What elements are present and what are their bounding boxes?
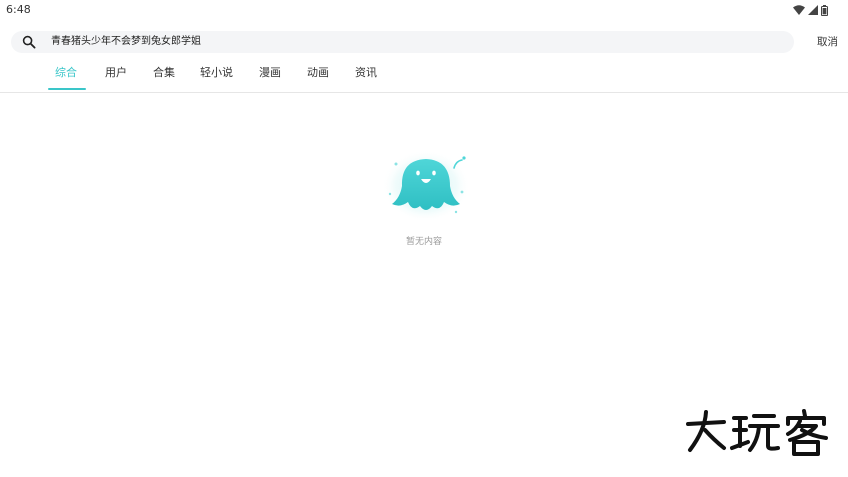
tab-collections[interactable]: 合集 bbox=[153, 64, 175, 80]
mascot-illustration bbox=[382, 150, 470, 222]
tab-manga[interactable]: 漫画 bbox=[259, 64, 281, 80]
empty-state: 暂无内容 bbox=[374, 146, 474, 247]
status-time: 6:48 bbox=[6, 3, 31, 16]
tab-anime[interactable]: 动画 bbox=[307, 64, 329, 80]
active-tab-indicator bbox=[48, 88, 86, 90]
tab-news[interactable]: 资讯 bbox=[355, 64, 377, 80]
tab-bar: 综合 用户 合集 轻小说 漫画 动画 资讯 bbox=[0, 58, 848, 93]
status-bar: 6:48 bbox=[0, 0, 848, 20]
empty-message: 暂无内容 bbox=[405, 237, 442, 247]
signal-icon bbox=[808, 5, 818, 15]
tab-comprehensive[interactable]: 综合 bbox=[55, 64, 77, 80]
tab-light-novels[interactable]: 轻小说 bbox=[200, 64, 233, 80]
wifi-icon bbox=[793, 5, 805, 15]
tab-users[interactable]: 用户 bbox=[105, 64, 127, 80]
search-icon[interactable] bbox=[22, 35, 36, 49]
search-box[interactable]: 青春猪头少年不会梦到兔女郎学姐 bbox=[11, 31, 794, 53]
watermark-logo bbox=[686, 409, 828, 456]
search-input[interactable]: 青春猪头少年不会梦到兔女郎学姐 bbox=[51, 31, 201, 53]
battery-icon bbox=[821, 4, 828, 16]
cancel-button[interactable]: 取消 bbox=[817, 34, 838, 49]
status-icons bbox=[793, 4, 828, 16]
search-row: 青春猪头少年不会梦到兔女郎学姐 取消 bbox=[0, 28, 848, 56]
